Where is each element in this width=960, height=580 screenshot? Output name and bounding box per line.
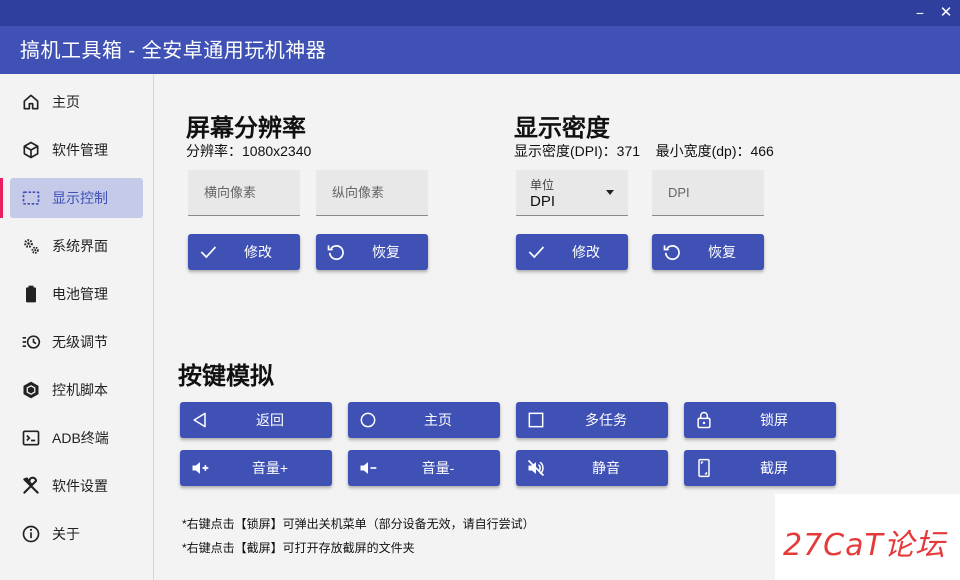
hexagon-icon: [20, 379, 42, 401]
minimize-button[interactable]: −: [910, 4, 930, 22]
lock-note: *右键点击【锁屏】可弹出关机菜单（部分设备无效，请自行尝试）: [182, 517, 535, 531]
sidebar: 主页 软件管理 显示控制 系统界面 电池管理 无级调节 控机脚本 ADB终端 软…: [0, 74, 154, 580]
sidebar-item-about[interactable]: 关于: [10, 514, 143, 554]
sidebar-item-label: ADB终端: [52, 430, 109, 446]
lock-key-button[interactable]: 锁屏: [684, 402, 836, 438]
sidebar-item-label: 主页: [52, 94, 80, 110]
screenshot-icon: [694, 458, 714, 478]
volume-down-button[interactable]: 音量-: [348, 450, 500, 486]
sidebar-item-software[interactable]: 软件管理: [10, 130, 143, 170]
app-header: 搞机工具箱 - 全安卓通用玩机神器: [0, 26, 960, 74]
restore-icon: [662, 242, 682, 262]
dpi-field[interactable]: [652, 170, 764, 216]
lock-icon: [694, 410, 714, 430]
window-titlebar: − ✕: [0, 0, 960, 26]
sidebar-item-home[interactable]: 主页: [10, 82, 143, 122]
display-icon: [20, 187, 42, 209]
gears-icon: [20, 235, 42, 257]
resolution-title: 屏幕分辨率: [186, 115, 306, 142]
sidebar-item-settings[interactable]: 软件设置: [10, 466, 143, 506]
sidebar-item-label: 系统界面: [52, 238, 108, 254]
width-pixels-input[interactable]: [188, 170, 300, 215]
unit-select[interactable]: 单位 DPI: [516, 170, 628, 216]
check-icon: [198, 242, 218, 262]
sidebar-item-label: 显示控制: [52, 190, 108, 206]
caret-down-icon: [606, 190, 614, 195]
sidebar-item-label: 无级调节: [52, 334, 108, 350]
app-title: 搞机工具箱 - 全安卓通用玩机神器: [20, 40, 327, 62]
square-icon: [526, 410, 546, 430]
width-pixels-field[interactable]: [188, 170, 300, 216]
sidebar-item-label: 软件设置: [52, 478, 108, 494]
battery-icon: [20, 283, 42, 305]
sidebar-item-battery[interactable]: 电池管理: [10, 274, 143, 314]
home-key-button[interactable]: 主页: [348, 402, 500, 438]
info-icon: [20, 523, 42, 545]
watermark-text: 27CaT论坛: [783, 528, 946, 563]
volume-up-icon: [190, 458, 210, 478]
tools-icon: [20, 475, 42, 497]
mute-icon: [526, 458, 546, 478]
unit-select-value: DPI: [530, 193, 556, 210]
back-key-button[interactable]: 返回: [180, 402, 332, 438]
sidebar-item-adb-terminal[interactable]: ADB终端: [10, 418, 143, 458]
sidebar-item-label: 电池管理: [52, 286, 108, 302]
volume-up-button[interactable]: 音量+: [180, 450, 332, 486]
sidebar-item-system-ui[interactable]: 系统界面: [10, 226, 143, 266]
sidebar-item-label: 控机脚本: [52, 382, 108, 398]
check-icon: [526, 242, 546, 262]
mute-button[interactable]: 静音: [516, 450, 668, 486]
back-icon: [190, 410, 210, 430]
height-pixels-input[interactable]: [316, 170, 428, 215]
terminal-icon: [20, 427, 42, 449]
adjust-icon: [20, 331, 42, 353]
package-icon: [20, 139, 42, 161]
sidebar-item-label: 软件管理: [52, 142, 108, 158]
sidebar-item-scripts[interactable]: 控机脚本: [10, 370, 143, 410]
recents-key-button[interactable]: 多任务: [516, 402, 668, 438]
volume-down-icon: [358, 458, 378, 478]
circle-icon: [358, 410, 378, 430]
screenshot-button[interactable]: 截屏: [684, 450, 836, 486]
keys-title: 按键模拟: [178, 363, 274, 390]
unit-select-label: 单位: [530, 178, 555, 192]
sidebar-item-label: 关于: [52, 526, 80, 542]
resolution-info: 分辨率：1080x2340: [186, 143, 312, 159]
density-modify-button[interactable]: 修改: [516, 234, 628, 270]
resolution-modify-button[interactable]: 修改: [188, 234, 300, 270]
sidebar-item-display[interactable]: 显示控制: [0, 178, 143, 218]
home-icon: [20, 91, 42, 113]
dpi-input[interactable]: [652, 170, 764, 215]
watermark: 27CaT论坛: [775, 494, 960, 580]
height-pixels-field[interactable]: [316, 170, 428, 216]
density-restore-button[interactable]: 恢复: [652, 234, 764, 270]
restore-icon: [326, 242, 346, 262]
close-button[interactable]: ✕: [936, 4, 956, 22]
resolution-restore-button[interactable]: 恢复: [316, 234, 428, 270]
density-title: 显示密度: [514, 115, 610, 142]
sidebar-item-adjust[interactable]: 无级调节: [10, 322, 143, 362]
density-info: 显示密度(DPI)：371 最小宽度(dp)：466: [514, 143, 774, 159]
screenshot-note: *右键点击【截屏】可打开存放截屏的文件夹: [182, 541, 415, 555]
